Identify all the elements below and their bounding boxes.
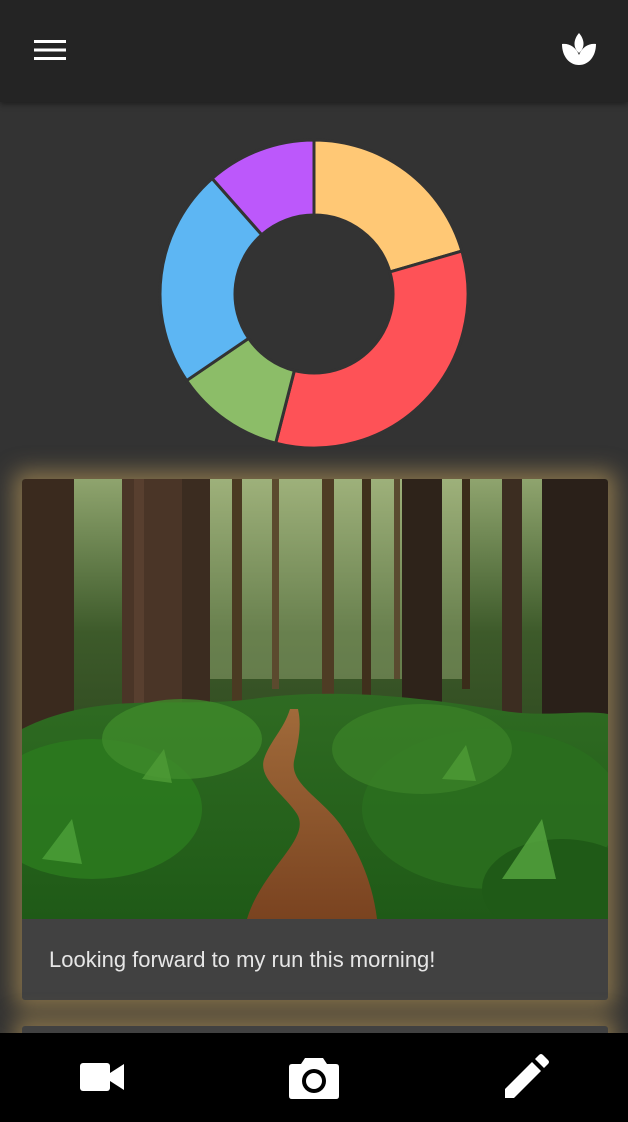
- donut-chart-svg: [158, 138, 470, 450]
- take-photo-button[interactable]: [284, 1047, 344, 1107]
- camera-icon: [289, 1058, 339, 1099]
- lotus-button[interactable]: [550, 22, 608, 78]
- hamburger-menu-icon: [34, 40, 66, 60]
- top-app-bar: [0, 0, 628, 102]
- record-video-button[interactable]: [72, 1047, 132, 1107]
- bottom-action-bar: [0, 1033, 628, 1122]
- video-camera-icon: [80, 1063, 124, 1091]
- post-card[interactable]: Looking forward to my run this morning!: [22, 479, 608, 1000]
- lotus-icon: [562, 33, 596, 65]
- app-screen: Looking forward to my run this morning!: [0, 0, 628, 1122]
- post-caption: Looking forward to my run this morning!: [49, 947, 436, 972]
- forest-path-photo: [22, 479, 608, 919]
- write-post-button[interactable]: [496, 1047, 556, 1107]
- donut-segment-2[interactable]: [273, 249, 470, 450]
- pencil-icon: [505, 1054, 549, 1098]
- post-photo: [22, 479, 608, 919]
- menu-button[interactable]: [22, 22, 78, 78]
- mood-donut-chart: [0, 102, 628, 472]
- donut-segment-1[interactable]: [312, 138, 464, 274]
